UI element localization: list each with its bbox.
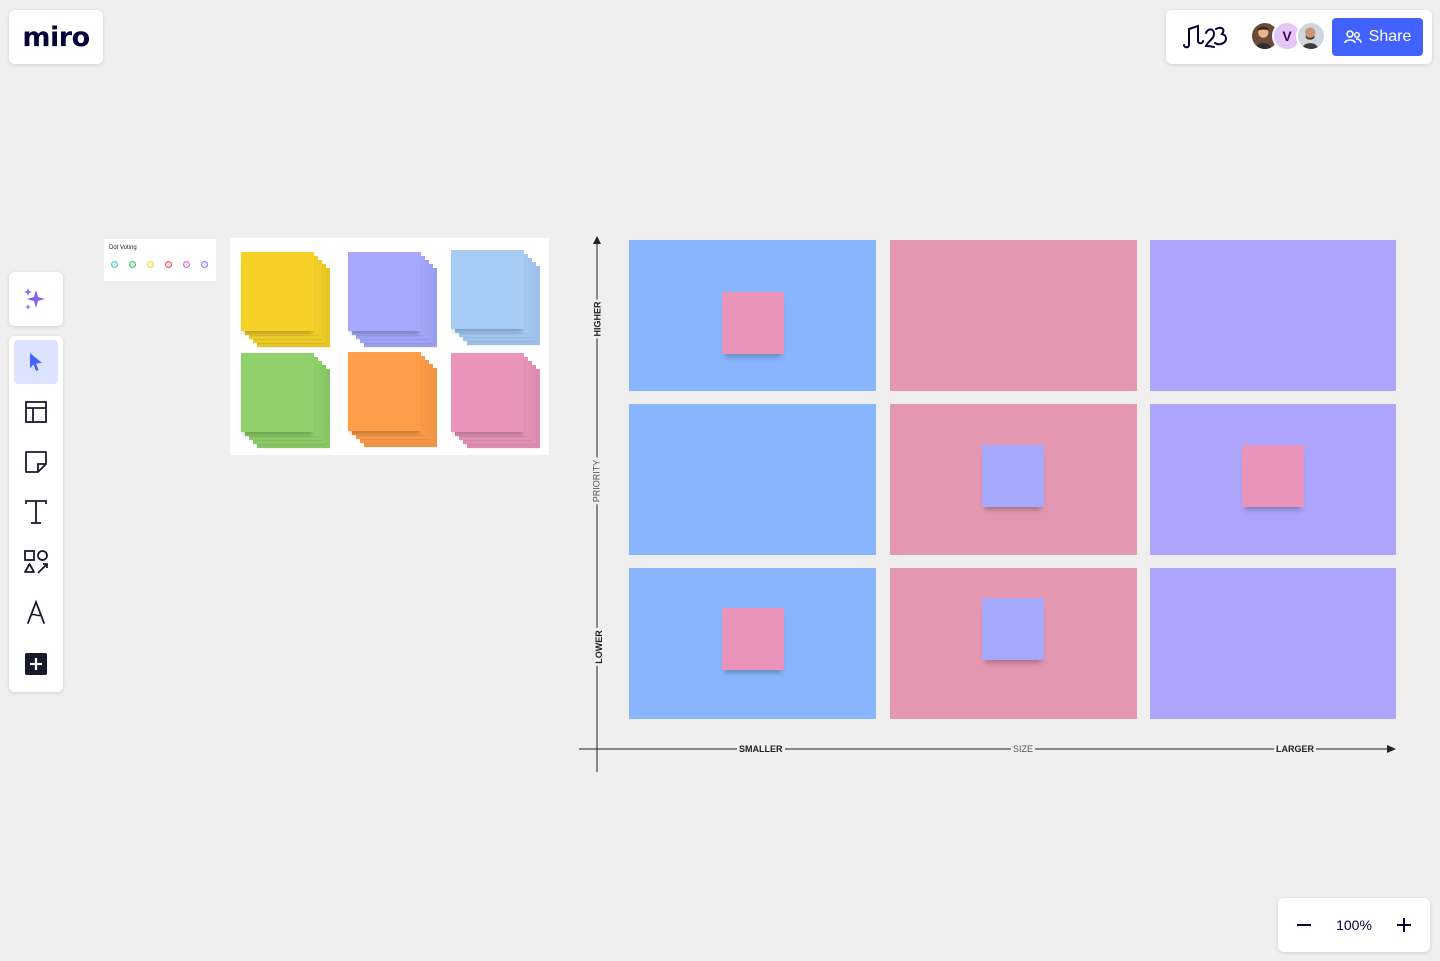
sparkle-icon[interactable] bbox=[23, 286, 49, 312]
share-label: Share bbox=[1368, 28, 1412, 45]
vote-dot[interactable] bbox=[165, 261, 172, 268]
ai-assist-panel bbox=[9, 272, 63, 326]
x-axis-title: SIZE bbox=[1011, 744, 1036, 754]
logo-panel[interactable]: miro bbox=[9, 10, 103, 64]
sticky-note[interactable] bbox=[1242, 445, 1304, 507]
vote-dot[interactable] bbox=[111, 261, 118, 268]
zoom-out-button[interactable] bbox=[1290, 911, 1318, 939]
matrix-cell[interactable] bbox=[1150, 568, 1396, 719]
pen-icon bbox=[27, 599, 45, 624]
vote-dot[interactable] bbox=[147, 261, 154, 268]
y-axis-title: PRIORITY bbox=[591, 457, 602, 505]
avatar[interactable] bbox=[1296, 21, 1326, 51]
stacked-sticky-note bbox=[451, 250, 524, 329]
stacked-sticky-note bbox=[348, 352, 421, 431]
zoom-controls: 100% bbox=[1278, 898, 1430, 952]
plus-icon bbox=[1397, 918, 1411, 932]
sticky-stack-yellow[interactable] bbox=[241, 252, 336, 347]
template-icon bbox=[25, 401, 47, 423]
shapes-icon bbox=[24, 550, 48, 574]
vote-dot[interactable] bbox=[183, 261, 190, 268]
x-axis-left-label: SMALLER bbox=[737, 744, 785, 754]
pen-tool[interactable] bbox=[14, 590, 58, 634]
text-tool[interactable] bbox=[14, 490, 58, 534]
text-icon bbox=[25, 500, 47, 524]
sticky-stack-pink[interactable] bbox=[451, 353, 546, 448]
minus-icon bbox=[1297, 924, 1311, 926]
sticky-stack-violet[interactable] bbox=[348, 252, 443, 347]
shapes-tool[interactable] bbox=[14, 540, 58, 584]
add-more-tool[interactable] bbox=[14, 642, 58, 686]
y-axis-top-label: HIGHER bbox=[592, 299, 603, 339]
sticky-note-tool[interactable] bbox=[14, 440, 58, 484]
reactions-icon[interactable] bbox=[1180, 23, 1232, 51]
y-axis-bottom-label: LOWER bbox=[593, 628, 604, 666]
x-axis-right-label: LARGER bbox=[1274, 744, 1316, 754]
sticky-note-icon bbox=[25, 451, 47, 473]
matrix-cell[interactable] bbox=[1150, 240, 1396, 391]
sticky-note-stacks bbox=[230, 238, 549, 455]
vote-dot[interactable] bbox=[201, 261, 208, 268]
cursor-icon bbox=[30, 353, 42, 371]
stacked-sticky-note bbox=[348, 252, 421, 331]
users-icon bbox=[1343, 30, 1362, 44]
zoom-level[interactable]: 100% bbox=[1336, 917, 1372, 933]
collaborator-avatars[interactable]: V bbox=[1250, 21, 1330, 53]
zoom-in-button[interactable] bbox=[1390, 911, 1418, 939]
sticky-stack-light-blue[interactable] bbox=[451, 250, 546, 345]
sticky-note[interactable] bbox=[982, 598, 1044, 660]
templates-tool[interactable] bbox=[14, 390, 58, 434]
select-tool[interactable] bbox=[14, 340, 58, 384]
stacked-sticky-note bbox=[241, 353, 314, 432]
vote-dot[interactable] bbox=[129, 261, 136, 268]
avatar-initial: V bbox=[1282, 28, 1292, 44]
plus-square-icon bbox=[25, 653, 47, 675]
dot-voting-widget[interactable]: Dot Voting bbox=[104, 239, 216, 281]
sticky-stack-green[interactable] bbox=[241, 353, 336, 448]
collaboration-panel: V Share bbox=[1166, 10, 1432, 64]
dot-voting-title: Dot Voting bbox=[109, 245, 137, 251]
sticky-stack-orange[interactable] bbox=[348, 352, 443, 447]
miro-logo[interactable]: miro bbox=[22, 22, 90, 53]
sticky-note[interactable] bbox=[722, 292, 784, 354]
sticky-note[interactable] bbox=[982, 445, 1044, 507]
stacked-sticky-note bbox=[241, 252, 314, 331]
share-button[interactable]: Share bbox=[1332, 18, 1423, 56]
creation-toolbar bbox=[9, 336, 63, 692]
stacked-sticky-note bbox=[451, 353, 524, 432]
matrix-cell[interactable] bbox=[890, 240, 1137, 391]
sticky-note[interactable] bbox=[722, 608, 784, 670]
matrix-cell[interactable] bbox=[629, 404, 876, 555]
